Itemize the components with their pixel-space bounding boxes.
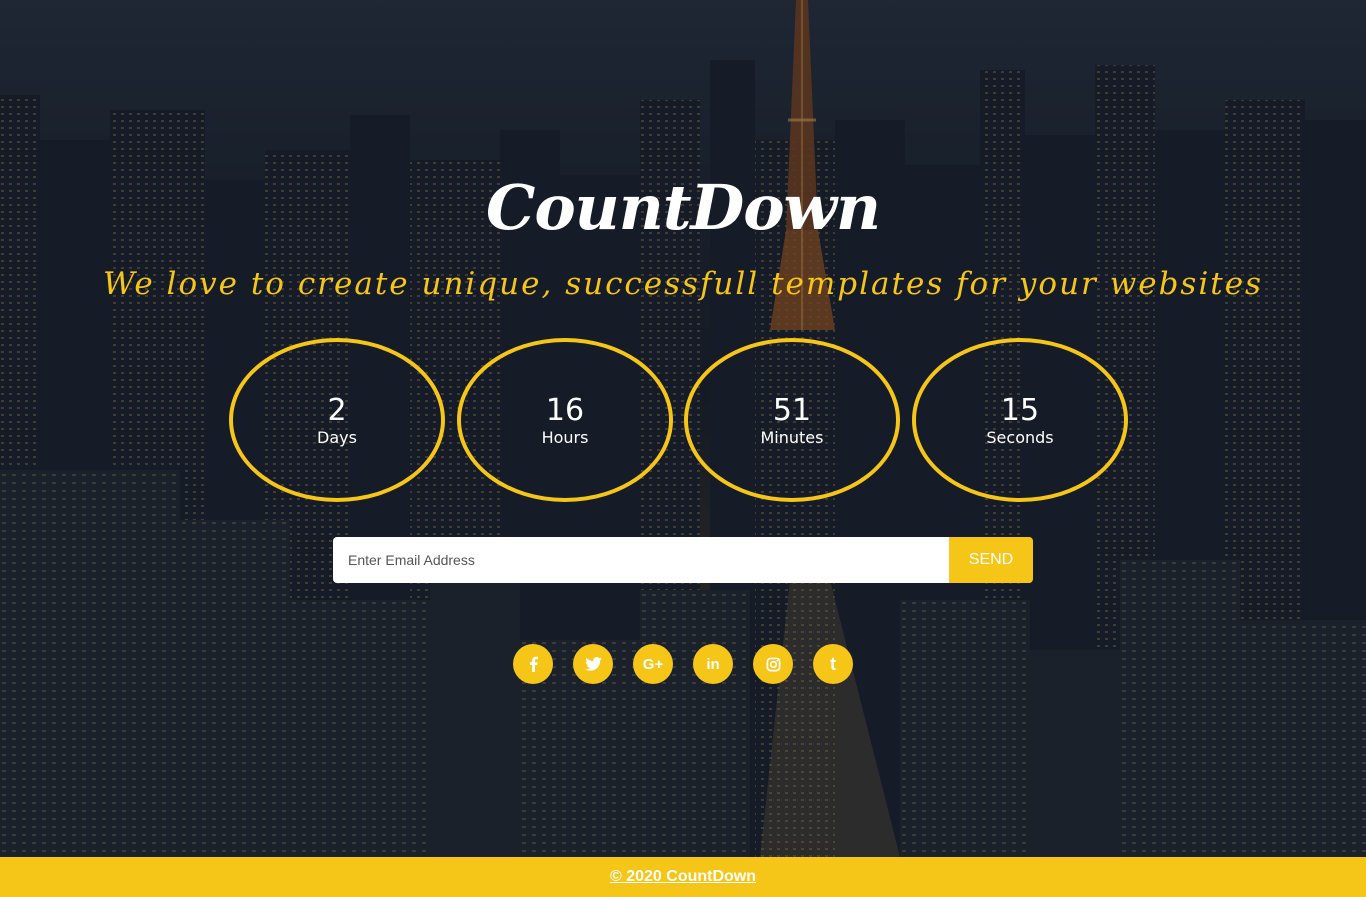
seconds-label: Seconds <box>986 428 1054 447</box>
instagram-link[interactable] <box>753 644 793 684</box>
linkedin-link[interactable]: in <box>693 644 733 684</box>
seconds-value: 15 <box>1000 393 1040 428</box>
hours-value: 16 <box>545 393 585 428</box>
countdown-minutes: 51 Minutes <box>684 338 900 502</box>
send-button[interactable]: SEND <box>949 537 1033 583</box>
countdown-timer: 2 Days 16 Hours 51 Minutes 15 Seconds <box>229 338 1129 502</box>
twitter-icon <box>584 657 602 671</box>
minutes-value: 51 <box>772 393 812 428</box>
copyright-link[interactable]: © 2020 CountDown <box>610 867 756 887</box>
minutes-label: Minutes <box>760 428 824 447</box>
tagline: We love to create unique, successfull te… <box>103 266 1263 302</box>
google-plus-link[interactable]: G+ <box>633 644 673 684</box>
site-title: CountDown <box>485 171 881 244</box>
email-input[interactable] <box>333 537 949 583</box>
hours-label: Hours <box>541 428 589 447</box>
google-plus-icon: G+ <box>642 655 664 673</box>
days-label: Days <box>317 428 357 447</box>
footer: © 2020 CountDown <box>0 857 1366 897</box>
twitter-link[interactable] <box>573 644 613 684</box>
instagram-icon <box>766 657 781 672</box>
days-value: 2 <box>327 393 347 428</box>
facebook-link[interactable] <box>513 644 553 684</box>
subscribe-form: SEND <box>333 537 1033 583</box>
countdown-hours: 16 Hours <box>457 338 673 502</box>
facebook-icon <box>529 656 538 672</box>
tumblr-link[interactable]: t <box>813 644 853 684</box>
tumblr-icon: t <box>830 653 836 674</box>
countdown-days: 2 Days <box>229 338 445 502</box>
linkedin-icon: in <box>706 655 720 673</box>
countdown-seconds: 15 Seconds <box>912 338 1128 502</box>
social-links: G+ in t <box>513 644 853 684</box>
countdown-landing-page: CountDown We love to create unique, succ… <box>0 0 1366 897</box>
